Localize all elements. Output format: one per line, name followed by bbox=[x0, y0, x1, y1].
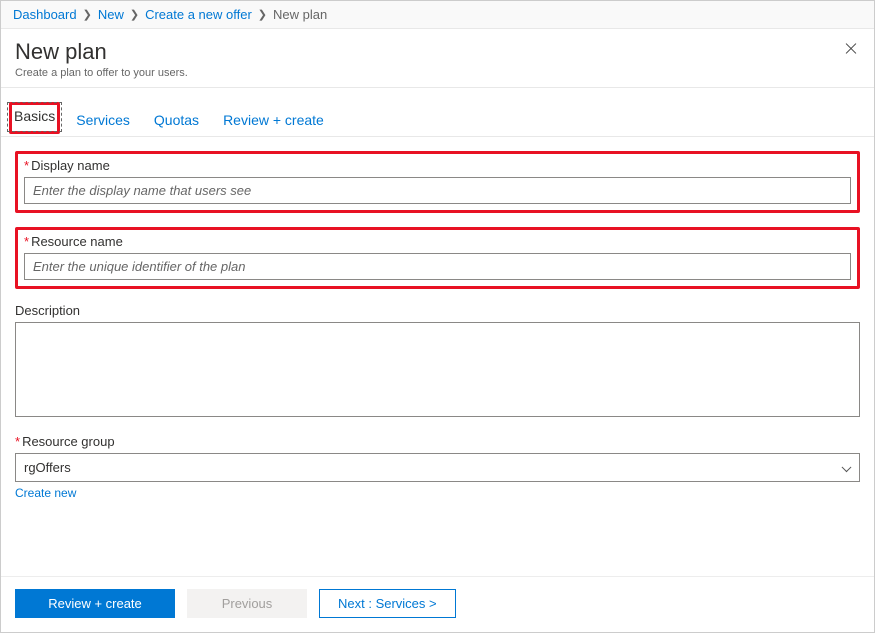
tab-services[interactable]: Services bbox=[74, 106, 132, 136]
resource-name-input[interactable] bbox=[24, 253, 851, 280]
breadcrumb-create-offer[interactable]: Create a new offer bbox=[145, 7, 252, 22]
required-star-icon: * bbox=[15, 434, 20, 449]
resource-name-group: * Resource name bbox=[15, 227, 860, 289]
chevron-right-icon: ❯ bbox=[83, 8, 92, 21]
tab-basics-highlight: Basics bbox=[9, 102, 60, 134]
form-content: * Display name * Resource name Descripti… bbox=[1, 137, 874, 576]
display-name-group: * Display name bbox=[15, 151, 860, 213]
breadcrumb-dashboard[interactable]: Dashboard bbox=[13, 7, 77, 22]
tabs: Basics Services Quotas Review + create bbox=[1, 88, 874, 137]
page-subtitle: Create a plan to offer to your users. bbox=[15, 67, 860, 79]
resource-name-label: * Resource name bbox=[24, 234, 851, 249]
footer: Review + create Previous Next : Services… bbox=[1, 576, 874, 632]
required-star-icon: * bbox=[24, 158, 29, 173]
required-star-icon: * bbox=[24, 234, 29, 249]
tab-quotas[interactable]: Quotas bbox=[152, 106, 201, 136]
resource-group-group: * Resource group rgOffers Create new bbox=[15, 434, 860, 500]
close-icon[interactable] bbox=[844, 41, 860, 57]
description-input[interactable] bbox=[15, 322, 860, 417]
resource-group-label: * Resource group bbox=[15, 434, 860, 449]
tab-review-create[interactable]: Review + create bbox=[221, 106, 326, 136]
description-label: Description bbox=[15, 303, 860, 318]
resource-group-select[interactable]: rgOffers bbox=[15, 453, 860, 482]
previous-button: Previous bbox=[187, 589, 307, 618]
page-title: New plan bbox=[15, 39, 860, 65]
tab-basics[interactable]: Basics bbox=[7, 102, 62, 132]
chevron-right-icon: ❯ bbox=[130, 8, 139, 21]
breadcrumb-new[interactable]: New bbox=[98, 7, 124, 22]
next-button[interactable]: Next : Services > bbox=[319, 589, 456, 618]
description-group: Description bbox=[15, 303, 860, 420]
create-new-link[interactable]: Create new bbox=[15, 486, 76, 500]
display-name-label: * Display name bbox=[24, 158, 851, 173]
chevron-right-icon: ❯ bbox=[258, 8, 267, 21]
breadcrumb: Dashboard ❯ New ❯ Create a new offer ❯ N… bbox=[1, 1, 874, 29]
page-header: New plan Create a plan to offer to your … bbox=[1, 29, 874, 88]
display-name-input[interactable] bbox=[24, 177, 851, 204]
breadcrumb-current: New plan bbox=[273, 7, 327, 22]
review-create-button[interactable]: Review + create bbox=[15, 589, 175, 618]
